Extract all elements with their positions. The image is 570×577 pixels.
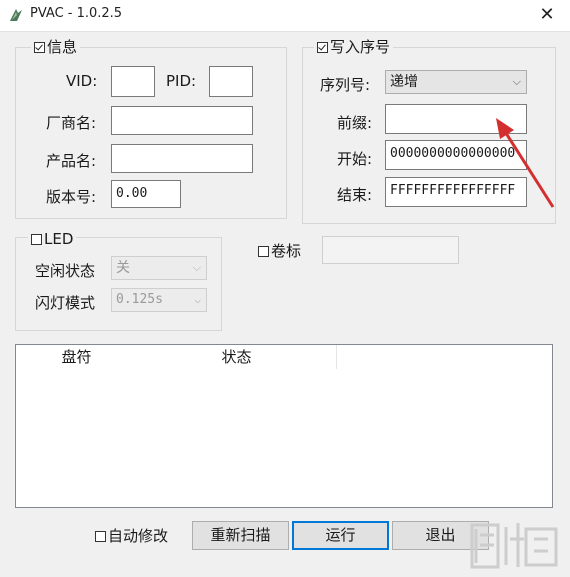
version-label: 版本号:: [46, 188, 97, 206]
close-button[interactable]: ✕: [524, 0, 570, 31]
serial-mode-label: 序列号:: [320, 76, 371, 94]
serial-mode-value: 递增: [390, 74, 418, 90]
auto-modify-label: 自动修改: [108, 527, 169, 545]
blink-mode-value: 0.125s: [116, 292, 163, 307]
version-input[interactable]: 0.00: [111, 180, 181, 208]
auto-modify-checkbox[interactable]: [95, 530, 106, 542]
annotation-arrow-icon: [496, 118, 555, 208]
idle-state-value: 关: [116, 260, 130, 276]
volume-input[interactable]: [322, 236, 459, 264]
column-drive-letter[interactable]: 盘符: [16, 345, 138, 369]
led-legend[interactable]: LED: [28, 230, 77, 248]
volume-checkbox[interactable]: [258, 245, 269, 257]
window-title: PVAC - 1.0.2.5: [30, 6, 123, 21]
product-label: 产品名:: [46, 152, 97, 170]
vendor-input[interactable]: [111, 106, 253, 135]
vid-input[interactable]: [111, 66, 155, 97]
serial-mode-select[interactable]: 递增 ⌵: [385, 70, 527, 94]
chevron-down-icon: ⌵: [512, 75, 521, 88]
drive-list[interactable]: 盘符 状态: [15, 344, 553, 508]
info-legend-label: 信息: [47, 38, 78, 56]
column-status[interactable]: 状态: [137, 345, 337, 369]
product-input[interactable]: [111, 144, 253, 173]
end-label: 结束:: [337, 186, 373, 204]
vid-label: VID:: [66, 72, 98, 90]
led-checkbox[interactable]: [31, 233, 42, 245]
idle-state-label: 空闲状态: [35, 262, 96, 280]
vendor-label: 厂商名:: [46, 114, 97, 132]
led-legend-label: LED: [44, 230, 74, 248]
pvac-app-icon: [10, 9, 22, 21]
auto-modify-row[interactable]: 自动修改: [92, 527, 172, 545]
info-legend[interactable]: 信息: [31, 38, 81, 56]
serial-legend[interactable]: 写入序号: [314, 38, 394, 56]
pid-input[interactable]: [209, 66, 253, 97]
prefix-label: 前缀:: [337, 114, 373, 132]
volume-checkbox-row[interactable]: 卷标: [255, 242, 305, 260]
run-button[interactable]: 运行: [292, 521, 389, 550]
blink-mode-label: 闪灯模式: [35, 294, 96, 312]
info-checkbox[interactable]: [34, 41, 45, 53]
chevron-down-icon: ⌵: [192, 261, 201, 274]
watermark-logo: [470, 523, 558, 569]
start-label: 开始:: [337, 150, 373, 168]
idle-state-select[interactable]: 关 ⌵: [111, 256, 207, 280]
pid-label: PID:: [166, 72, 197, 90]
rescan-button[interactable]: 重新扫描: [192, 521, 289, 550]
volume-label: 卷标: [271, 242, 302, 260]
serial-legend-label: 写入序号: [330, 38, 391, 56]
serial-checkbox[interactable]: [317, 41, 328, 53]
title-bar: PVAC - 1.0.2.5 ✕: [0, 0, 570, 32]
chevron-down-icon: ⌵: [194, 293, 201, 306]
led-group: [15, 237, 222, 331]
close-icon: ✕: [539, 4, 555, 25]
blink-mode-select[interactable]: 0.125s ⌵: [111, 288, 207, 312]
